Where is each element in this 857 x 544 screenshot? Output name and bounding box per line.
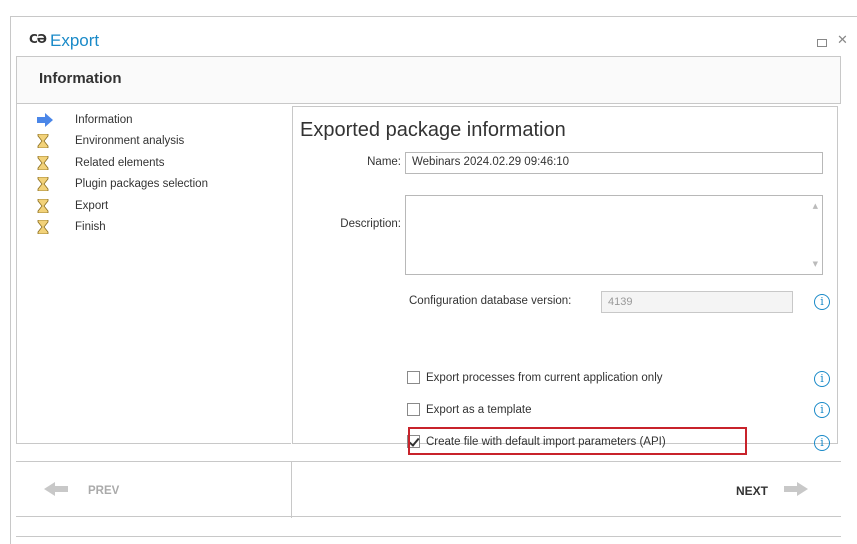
step-label: Related elements (75, 156, 165, 169)
option-export-current-app-only[interactable]: Export processes from current applicatio… (407, 371, 663, 384)
prev-button-label: PREV (88, 484, 120, 497)
option-label: Create file with default import paramete… (426, 435, 666, 448)
hourglass-icon (37, 177, 53, 192)
description-textarea[interactable]: ▲ ▼ (405, 195, 823, 275)
step-label: Environment analysis (75, 135, 185, 148)
step-item-information: Information (37, 109, 208, 131)
info-icon[interactable]: i (814, 435, 830, 451)
next-button[interactable]: NEXT (736, 481, 809, 500)
scroll-down-icon[interactable]: ▼ (813, 260, 818, 268)
info-icon[interactable]: i (814, 402, 830, 418)
app-logo: CƏ (29, 32, 47, 46)
hourglass-icon (37, 134, 53, 149)
arrow-right-icon (784, 481, 809, 500)
hourglass-icon (37, 155, 53, 170)
step-item-export: Export (37, 195, 208, 217)
checkbox-export-as-template[interactable] (407, 403, 420, 416)
prev-button[interactable]: PREV (44, 481, 119, 500)
window-title: Export (50, 31, 100, 50)
option-export-as-template[interactable]: Export as a template (407, 403, 531, 416)
option-create-default-import-params[interactable]: Create file with default import paramete… (407, 435, 666, 448)
status-bar (16, 517, 841, 537)
checkbox-create-default-import-params[interactable] (407, 435, 420, 448)
scroll-up-icon[interactable]: ▲ (813, 202, 818, 210)
checkbox-export-current-app-only[interactable] (407, 371, 420, 384)
hourglass-icon (37, 198, 53, 213)
step-item-related-elements: Related elements (37, 152, 208, 174)
config-version-label: Configuration database version: (409, 295, 572, 307)
content-panel: Exported package information Name: Webin… (292, 106, 838, 451)
step-item-environment-analysis: Environment analysis (37, 131, 208, 153)
wizard-steps-list: Information Environment analysis Related… (37, 109, 208, 238)
step-label: Export (75, 199, 109, 212)
footer-divider (291, 462, 292, 518)
option-label: Export as a template (426, 403, 532, 416)
arrow-right-icon (37, 112, 53, 127)
step-label: Plugin packages selection (75, 178, 208, 191)
next-button-label: NEXT (736, 483, 769, 498)
maximize-icon[interactable] (817, 39, 827, 47)
step-item-plugin-packages-selection: Plugin packages selection (37, 174, 208, 196)
close-icon[interactable]: ✕ (837, 33, 848, 48)
description-label: Description: (340, 218, 401, 230)
name-input[interactable]: Webinars 2024.02.29 09:46:10 (405, 152, 823, 174)
wizard-footer: PREV NEXT (16, 461, 841, 518)
option-label: Export processes from current applicatio… (426, 371, 663, 384)
arrow-left-icon (44, 481, 68, 500)
step-label: Information (75, 113, 133, 126)
wizard-steps-panel: Information Environment analysis Related… (16, 104, 291, 444)
step-item-finish: Finish (37, 217, 208, 239)
name-label: Name: (367, 156, 401, 168)
info-icon[interactable]: i (814, 371, 830, 387)
info-icon[interactable]: i (814, 294, 830, 310)
config-version-input: 4139 (601, 291, 793, 313)
hourglass-icon (37, 220, 53, 235)
step-header-title: Information (39, 70, 122, 87)
step-header: Information (16, 56, 841, 104)
content-title: Exported package information (300, 119, 566, 141)
step-label: Finish (75, 221, 106, 234)
